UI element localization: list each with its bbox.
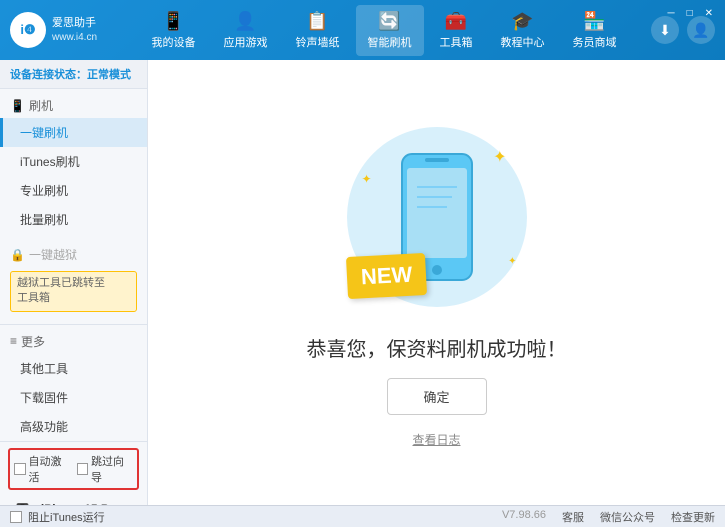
sparkle-1: ✦	[493, 147, 506, 167]
version-label: V7.98.66	[502, 509, 546, 525]
sidebar-item-download-fw[interactable]: 下载固件	[0, 383, 147, 412]
sidebar-item-pro-flash[interactable]: 专业刷机	[0, 176, 147, 205]
nav-tutorial[interactable]: 🎓 教程中心	[489, 5, 557, 56]
main-nav: 📱 我的设备 👤 应用游戏 📋 铃声墙纸 🔄 智能刷机 🧰 工具箱 🎓	[117, 5, 651, 56]
auto-options: 自动激活 跳过向导	[8, 448, 139, 490]
logo-text: 爱思助手 www.i4.cn	[52, 16, 97, 43]
nav-apps-games[interactable]: 👤 应用游戏	[212, 5, 280, 56]
logo-icon: i❹	[10, 12, 46, 48]
header: i❹ 爱思助手 www.i4.cn 📱 我的设备 👤 应用游戏 📋 铃声墙纸 🔄	[0, 0, 725, 60]
success-card: NEW ✦ ✦ ✦ 恭喜您，保资料刷机成功啦！ 确定 查看日志	[307, 117, 567, 448]
minimize-button[interactable]: ─	[663, 6, 678, 21]
footer-check-update[interactable]: 检查更新	[671, 509, 715, 525]
flash-section-header: 📱 刷机	[0, 93, 147, 118]
sidebar-item-batch-flash[interactable]: 批量刷机	[0, 205, 147, 234]
toolbox-icon: 🧰	[445, 11, 467, 32]
jailbreak-section: 🔒 一键越狱 越狱工具已跳转至工具箱	[0, 238, 147, 320]
footer-left: 阻止iTunes运行	[10, 509, 486, 525]
auto-activate-checkbox[interactable]: 自动激活	[14, 453, 71, 485]
close-button[interactable]: ✕	[701, 6, 717, 21]
block-itunes-checkbox[interactable]: 阻止iTunes运行	[10, 509, 486, 525]
nav-smart-flash[interactable]: 🔄 智能刷机	[356, 5, 424, 56]
sparkle-3: ✦	[508, 256, 516, 267]
sidebar-item-one-key-flash[interactable]: 一键刷机	[0, 118, 147, 147]
main-content: NEW ✦ ✦ ✦ 恭喜您，保资料刷机成功啦！ 确定 查看日志	[148, 60, 725, 505]
nav-ringtones[interactable]: 📋 铃声墙纸	[284, 5, 352, 56]
maximize-button[interactable]: □	[683, 6, 697, 21]
smart-flash-icon: 🔄	[378, 11, 400, 32]
more-section: ≡ 更多 其他工具 下载固件 高级功能	[0, 324, 147, 441]
footer-feedback[interactable]: 客服	[562, 509, 584, 525]
footer-right: V7.98.66 客服 微信公众号 检查更新	[502, 509, 715, 525]
sidebar-bottom: 自动激活 跳过向导 📱 iPhone 15 Pro Max 512GB iPho…	[0, 441, 147, 505]
main-area: 设备连接状态：正常模式 📱 刷机 一键刷机 iTunes刷机 专业刷机 批量刷机…	[0, 60, 725, 505]
skip-guide-box[interactable]	[77, 463, 89, 475]
status-bar: 设备连接状态：正常模式	[0, 60, 147, 89]
nav-my-device[interactable]: 📱 我的设备	[140, 5, 208, 56]
nav-business[interactable]: 🏪 务员商域	[561, 5, 629, 56]
apps-games-icon: 👤	[234, 11, 256, 32]
ringtones-icon: 📋	[306, 11, 328, 32]
footer-wechat[interactable]: 微信公众号	[600, 509, 655, 525]
confirm-button[interactable]: 确定	[387, 378, 487, 415]
sparkle-2: ✦	[362, 172, 372, 186]
jailbreak-notice: 越狱工具已跳转至工具箱	[10, 271, 137, 312]
more-section-header: ≡ 更多	[0, 329, 147, 354]
device-info: 📱 iPhone 15 Pro Max 512GB iPhone	[8, 496, 139, 505]
phone-illustration: NEW ✦ ✦ ✦	[337, 117, 537, 317]
log-link[interactable]: 查看日志	[412, 431, 460, 448]
device-details: iPhone 15 Pro Max 512GB iPhone	[41, 500, 137, 505]
logo: i❹ 爱思助手 www.i4.cn	[10, 12, 97, 48]
success-message: 恭喜您，保资料刷机成功啦！	[307, 333, 567, 362]
jailbreak-section-header: 🔒 一键越狱	[0, 242, 147, 267]
my-device-icon: 📱	[162, 11, 184, 32]
flash-section-icon: 📱	[10, 99, 25, 113]
sidebar-item-advanced[interactable]: 高级功能	[0, 412, 147, 441]
tutorial-icon: 🎓	[511, 11, 533, 32]
sidebar-item-other-tools[interactable]: 其他工具	[0, 354, 147, 383]
flash-section: 📱 刷机 一键刷机 iTunes刷机 专业刷机 批量刷机	[0, 89, 147, 238]
device-phone-icon: 📱	[10, 502, 35, 505]
footer: 阻止iTunes运行 V7.98.66 客服 微信公众号 检查更新	[0, 505, 725, 527]
business-icon: 🏪	[583, 11, 605, 32]
more-icon: ≡	[10, 334, 17, 348]
auto-activate-box[interactable]	[14, 463, 26, 475]
skip-guide-checkbox[interactable]: 跳过向导	[77, 453, 134, 485]
nav-toolbox[interactable]: 🧰 工具箱	[428, 5, 485, 56]
sidebar-item-itunes-flash[interactable]: iTunes刷机	[0, 147, 147, 176]
lock-icon: 🔒	[10, 248, 25, 262]
sidebar: 设备连接状态：正常模式 📱 刷机 一键刷机 iTunes刷机 专业刷机 批量刷机…	[0, 60, 148, 505]
new-badge: NEW	[345, 253, 426, 299]
window-controls: ─ □ ✕	[663, 6, 717, 21]
block-itunes-box[interactable]	[10, 511, 22, 523]
